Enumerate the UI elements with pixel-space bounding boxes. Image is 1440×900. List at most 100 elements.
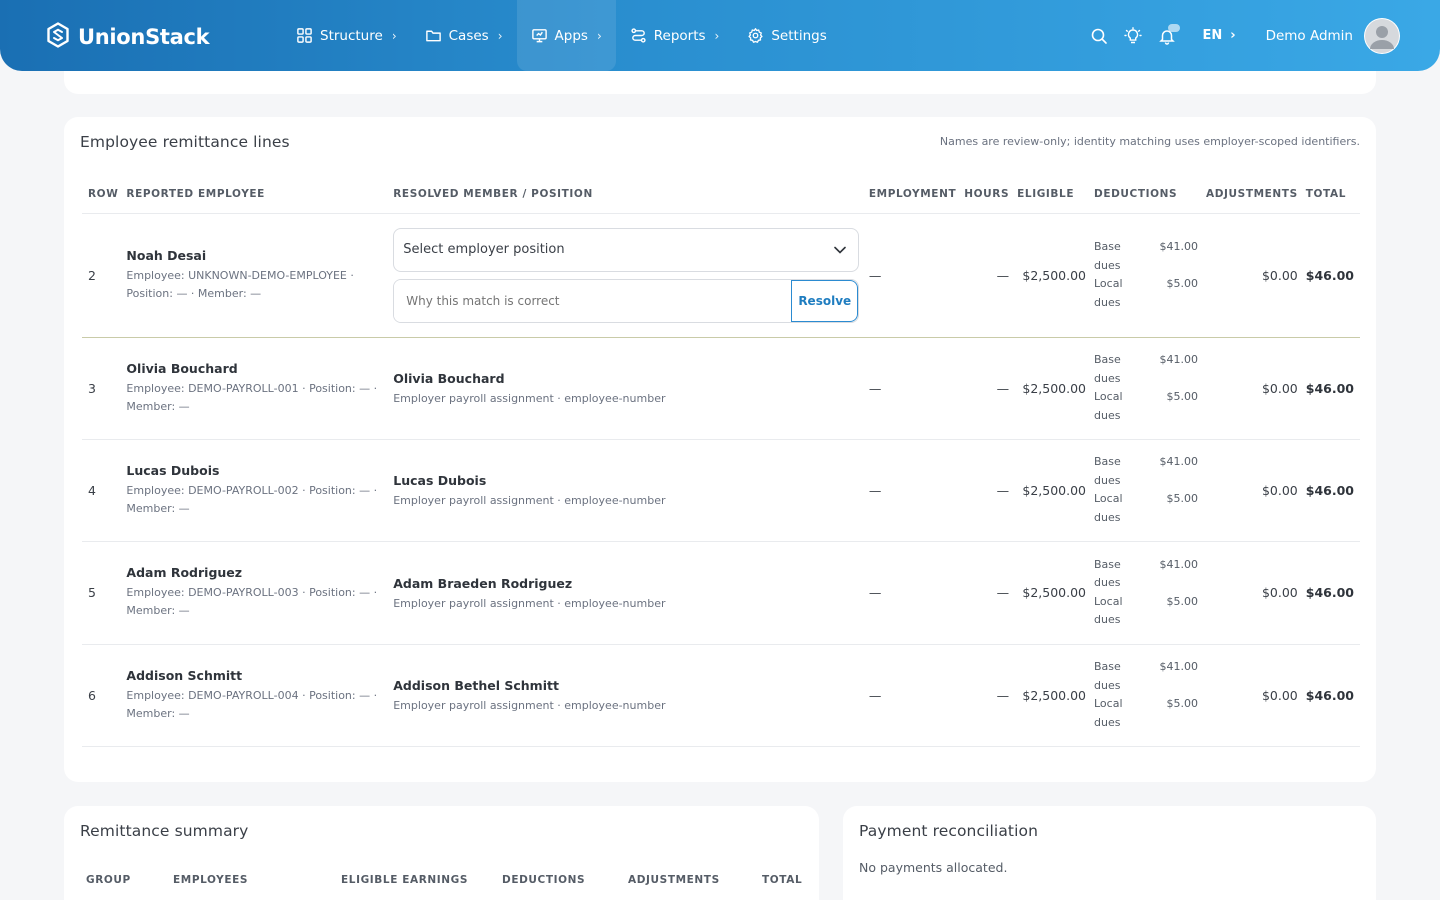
nav-reports[interactable]: Reports › xyxy=(616,0,734,71)
hours-value: — xyxy=(960,439,1014,542)
monitor-icon xyxy=(531,29,547,43)
chevron-right-icon: › xyxy=(391,28,397,43)
hours-value: — xyxy=(960,541,1014,645)
reported-employee-name: Olivia Bouchard xyxy=(126,360,238,376)
identity-note: Names are review-only; identity matching… xyxy=(939,135,1360,148)
eligible-value: $2,500.00 xyxy=(1013,644,1090,747)
nav-structure[interactable]: Structure › xyxy=(282,0,411,71)
deduction-label: Local dues xyxy=(1094,594,1123,627)
chevron-right-icon: › xyxy=(714,28,720,43)
hours-value: — xyxy=(960,213,1014,338)
deductions-breakdown: Base dues $41.00 Local dues $5.00 xyxy=(1094,238,1198,312)
row-number: 6 xyxy=(82,644,123,747)
deduction-label: Base dues xyxy=(1094,455,1121,487)
language-code: EN xyxy=(1202,28,1223,43)
chevron-right-icon: › xyxy=(1230,28,1236,43)
reported-employee-name: Adam Rodriguez xyxy=(126,565,243,580)
reported-employee-name: Addison Schmitt xyxy=(126,667,243,683)
col-adjustments: ADJUSTMENTS xyxy=(628,874,720,886)
resolved-member-meta: Employer payroll assignment · employee-n… xyxy=(393,494,666,507)
chevron-right-icon: › xyxy=(497,28,503,43)
chevron-right-icon: › xyxy=(596,28,602,43)
avatar[interactable] xyxy=(1364,17,1400,54)
adjustments-value: $0.00 xyxy=(1202,644,1302,747)
deduction-label: Base dues xyxy=(1094,353,1121,385)
resolved-member-name[interactable]: Lucas Dubois xyxy=(393,473,861,488)
adjustments-value: $0.00 xyxy=(1202,337,1302,440)
col-hours: HOURS xyxy=(960,175,1014,214)
deduction-amount: $41.00 xyxy=(1159,557,1199,571)
adjustments-value: $0.00 xyxy=(1202,213,1302,338)
total-value: $46.00 xyxy=(1301,541,1360,645)
resolved-member-meta: Employer payroll assignment · employee-n… xyxy=(393,392,666,405)
col-total: TOTAL xyxy=(1301,175,1360,214)
deduction-amount: $5.00 xyxy=(1166,277,1199,290)
nav-label: Cases xyxy=(448,27,489,44)
total-value: $46.00 xyxy=(1301,644,1360,747)
resolve-button[interactable]: Resolve xyxy=(791,279,859,322)
deductions-breakdown: Base dues $41.00 Local dues $5.00 xyxy=(1094,658,1198,732)
col-adjustments: ADJUSTMENTS xyxy=(1202,175,1302,214)
folder-icon xyxy=(425,30,441,42)
resolved-member-name[interactable]: Adam Braeden Rodriguez xyxy=(393,576,861,591)
search-button[interactable] xyxy=(1082,19,1116,53)
deductions-breakdown: Base dues $41.00 Local dues $5.00 xyxy=(1094,351,1198,425)
col-employees: EMPLOYEES xyxy=(173,874,249,886)
deduction-amount: $5.00 xyxy=(1166,492,1199,505)
col-group: GROUP xyxy=(86,874,131,886)
reported-employee-name: Lucas Dubois xyxy=(126,462,220,478)
total-value: $46.00 xyxy=(1301,213,1360,338)
deductions-breakdown: Base dues $41.00 Local dues $5.00 xyxy=(1094,453,1198,527)
col-row: ROW xyxy=(82,175,123,214)
employer-position-select[interactable]: Select employer position xyxy=(393,227,860,272)
deduction-label: Local dues xyxy=(1094,277,1123,309)
match-reason-input[interactable] xyxy=(394,279,792,322)
employment-value: — xyxy=(864,644,961,747)
header-tools: EN › Demo Admin xyxy=(1082,0,1400,71)
deduction-amount: $5.00 xyxy=(1166,594,1199,608)
card-title: Remittance summary xyxy=(80,822,249,840)
notification-badge xyxy=(1168,23,1181,32)
eligible-value: $2,500.00 xyxy=(1013,213,1090,338)
col-employment: EMPLOYMENT xyxy=(864,175,961,214)
deductions-breakdown: Base dues $41.00 Local dues $5.00 xyxy=(1094,556,1198,630)
brand-logo[interactable]: UnionStack xyxy=(46,22,210,52)
top-navbar: UnionStack Structure › Cases › Apps › Re… xyxy=(0,0,1440,71)
nav-apps[interactable]: Apps › xyxy=(516,0,616,71)
table-row-unresolved: 2 Noah Desai Employee: UNKNOWN-DEMO-EMPL… xyxy=(82,213,1360,338)
col-total: TOTAL xyxy=(762,874,803,886)
chevron-down-icon xyxy=(834,246,847,254)
adjustments-value: $0.00 xyxy=(1202,439,1302,542)
hours-value: — xyxy=(960,644,1014,747)
deduction-amount: $41.00 xyxy=(1159,455,1199,468)
nav-label: Settings xyxy=(771,27,827,44)
deduction-amount: $41.00 xyxy=(1159,660,1199,673)
table-row: 3 Olivia Bouchard Employee: DEMO-PAYROLL… xyxy=(82,337,1360,440)
resolved-member-name[interactable]: Addison Bethel Schmitt xyxy=(393,678,861,693)
row-number: 4 xyxy=(82,439,123,542)
resolved-member-name[interactable]: Olivia Bouchard xyxy=(393,371,861,386)
gear-icon xyxy=(748,28,763,43)
employee-remittance-lines-card: Employee remittance lines Names are revi… xyxy=(64,117,1376,782)
row-number: 3 xyxy=(82,337,123,440)
nav-label: Reports xyxy=(653,27,706,44)
reported-employee-meta: Employee: DEMO-PAYROLL-002 · Position: —… xyxy=(126,483,378,515)
deduction-label: Local dues xyxy=(1094,492,1123,524)
remittance-lines-table: ROW REPORTED EMPLOYEE RESOLVED MEMBER / … xyxy=(82,175,1360,747)
tips-button[interactable] xyxy=(1116,19,1150,53)
hours-value: — xyxy=(960,337,1014,440)
notifications-button[interactable] xyxy=(1150,19,1184,53)
nav-settings[interactable]: Settings xyxy=(733,0,840,71)
nav-cases[interactable]: Cases › xyxy=(411,0,517,71)
deduction-label: Base dues xyxy=(1094,557,1121,590)
resolve-form: Resolve xyxy=(393,278,860,323)
main-nav: Structure › Cases › Apps › Reports › Set… xyxy=(282,0,841,71)
total-value: $46.00 xyxy=(1301,337,1360,440)
deduction-label: Local dues xyxy=(1094,390,1123,422)
deduction-amount: $5.00 xyxy=(1166,390,1199,403)
total-value: $46.00 xyxy=(1301,439,1360,542)
reported-employee-meta: Employee: UNKNOWN-DEMO-EMPLOYEE · Positi… xyxy=(126,268,354,300)
language-switcher[interactable]: EN › xyxy=(1202,28,1235,43)
user-name[interactable]: Demo Admin xyxy=(1266,28,1353,44)
eligible-value: $2,500.00 xyxy=(1013,541,1090,645)
